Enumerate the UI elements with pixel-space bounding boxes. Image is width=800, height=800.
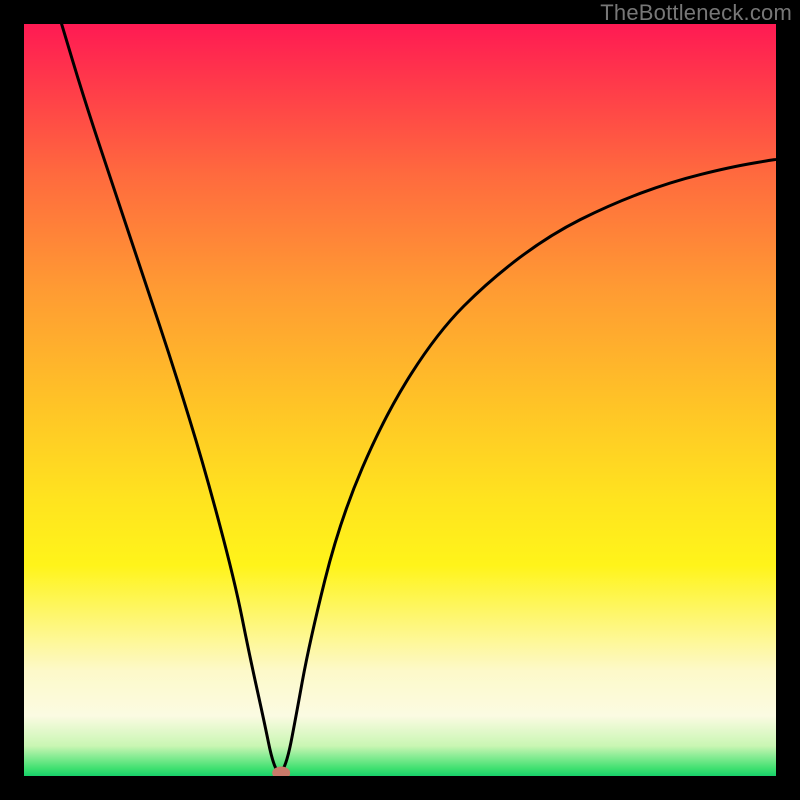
chart-frame: TheBottleneck.com xyxy=(0,0,800,800)
gradient-plot-area xyxy=(24,24,776,776)
attribution-label: TheBottleneck.com xyxy=(600,0,792,26)
